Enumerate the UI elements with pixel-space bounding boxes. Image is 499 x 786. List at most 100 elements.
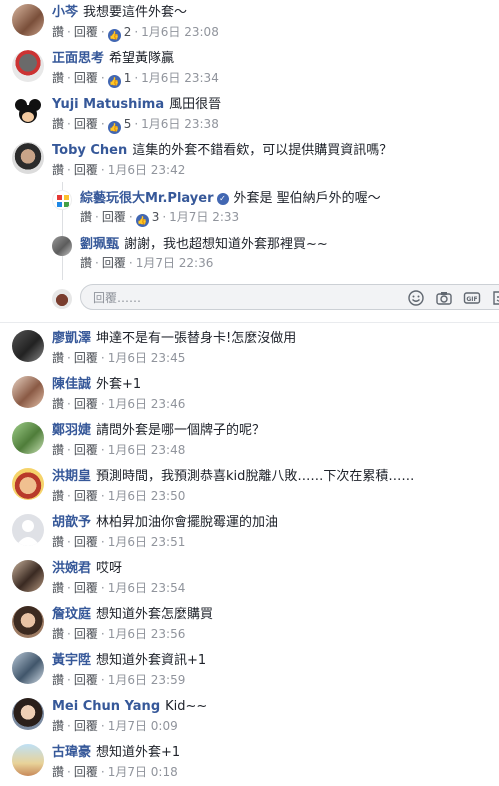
avatar[interactable] — [12, 376, 44, 408]
comment-author[interactable]: 詹玟庭 — [52, 607, 91, 622]
like-count[interactable]: 5 — [124, 117, 132, 131]
comment-author[interactable]: Toby Chen — [52, 143, 127, 158]
comment-author[interactable]: 正面思考 — [52, 51, 104, 66]
avatar[interactable] — [12, 468, 44, 500]
timestamp[interactable]: 1月6日 23:42 — [108, 163, 186, 177]
timestamp[interactable]: 1月6日 23:59 — [108, 673, 186, 687]
like-link[interactable]: 讚 — [52, 765, 64, 779]
timestamp[interactable]: 1月6日 23:54 — [108, 581, 186, 595]
comment-author[interactable]: 綜藝玩很大Mr.Player — [80, 191, 214, 206]
reply-link[interactable]: 回覆 — [74, 535, 98, 549]
timestamp[interactable]: 1月6日 23:34 — [141, 71, 219, 85]
reply-link[interactable]: 回覆 — [74, 25, 98, 39]
comment-author[interactable]: 鄭羽婕 — [52, 423, 91, 438]
avatar[interactable] — [12, 96, 44, 128]
comment-author[interactable]: Mei Chun Yang — [52, 699, 160, 714]
timestamp[interactable]: 1月7日 0:18 — [108, 765, 178, 779]
avatar[interactable] — [12, 4, 44, 36]
avatar[interactable] — [12, 142, 44, 174]
page-logo-icon — [57, 195, 69, 207]
avatar[interactable] — [12, 50, 44, 82]
like-link[interactable]: 讚 — [52, 489, 64, 503]
comment-author[interactable]: Yuji Matushima — [52, 97, 164, 112]
like-count[interactable]: 1 — [124, 71, 132, 85]
comment-text: 坤達不是有一張替身卡!怎麼沒做用 — [96, 331, 297, 346]
timestamp[interactable]: 1月6日 23:56 — [108, 627, 186, 641]
avatar[interactable] — [12, 422, 44, 454]
reply-link[interactable]: 回覆 — [74, 627, 98, 641]
thumbs-up-icon[interactable]: 👍 — [107, 75, 121, 88]
comment-author[interactable]: 洪期皇 — [52, 469, 91, 484]
like-link[interactable]: 讚 — [52, 163, 64, 177]
thumbs-up-icon[interactable]: 👍 — [107, 121, 121, 134]
comment-author[interactable]: 陳佳誠 — [52, 377, 91, 392]
reply-link[interactable]: 回覆 — [74, 673, 98, 687]
like-link[interactable]: 讚 — [52, 719, 64, 733]
reply-link[interactable]: 回覆 — [74, 117, 98, 131]
sticker-icon[interactable] — [491, 289, 499, 307]
reply-link[interactable]: 回覆 — [74, 397, 98, 411]
avatar[interactable] — [12, 698, 44, 730]
avatar[interactable] — [52, 236, 72, 256]
reply-link[interactable]: 回覆 — [74, 489, 98, 503]
comment-text: 外套是 聖伯納戶外的喔～ — [233, 191, 381, 206]
timestamp[interactable]: 1月6日 23:48 — [108, 443, 186, 457]
reply-link[interactable]: 回覆 — [102, 256, 126, 270]
avatar[interactable] — [12, 606, 44, 638]
thumbs-up-icon[interactable]: 👍 — [135, 214, 149, 227]
avatar[interactable] — [12, 652, 44, 684]
like-link[interactable]: 讚 — [52, 581, 64, 595]
camera-icon[interactable] — [435, 289, 453, 307]
thumbs-up-icon[interactable]: 👍 — [107, 29, 121, 42]
like-link[interactable]: 讚 — [52, 627, 64, 641]
reply-input-box[interactable]: GIF — [80, 284, 499, 310]
timestamp[interactable]: 1月6日 23:50 — [108, 489, 186, 503]
timestamp[interactable]: 1月6日 23:45 — [108, 351, 186, 365]
timestamp[interactable]: 1月7日 0:09 — [108, 719, 178, 733]
comment-author[interactable]: 黃宇陞 — [52, 653, 91, 668]
like-link[interactable]: 讚 — [52, 673, 64, 687]
like-link[interactable]: 讚 — [52, 443, 64, 457]
like-link[interactable]: 讚 — [52, 71, 64, 85]
comment-author[interactable]: 小芩 — [52, 5, 78, 20]
avatar[interactable] — [12, 744, 44, 776]
reply-link[interactable]: 回覆 — [74, 351, 98, 365]
like-link[interactable]: 讚 — [52, 351, 64, 365]
comment-author[interactable]: 胡歆予 — [52, 515, 91, 530]
timestamp[interactable]: 1月6日 23:51 — [108, 535, 186, 549]
timestamp[interactable]: 1月6日 23:46 — [108, 397, 186, 411]
avatar[interactable] — [12, 330, 44, 362]
gif-icon[interactable]: GIF — [463, 289, 481, 307]
reply-link[interactable]: 回覆 — [74, 581, 98, 595]
timestamp[interactable]: 1月7日 22:36 — [136, 256, 214, 270]
like-link[interactable]: 讚 — [52, 25, 64, 39]
reply-link[interactable]: 回覆 — [74, 765, 98, 779]
timestamp[interactable]: 1月6日 23:38 — [141, 117, 219, 131]
comment-text: 想知道外套怎麼購買 — [96, 607, 214, 622]
like-link[interactable]: 讚 — [52, 535, 64, 549]
reply-link[interactable]: 回覆 — [74, 71, 98, 85]
comment-author[interactable]: 劉珮甄 — [80, 237, 119, 252]
reply-link[interactable]: 回覆 — [74, 163, 98, 177]
comment-author[interactable]: 古瑋豪 — [52, 745, 91, 760]
like-count[interactable]: 3 — [152, 210, 160, 224]
timestamp[interactable]: 1月6日 23:08 — [141, 25, 219, 39]
comment-author[interactable]: 廖凱澤 — [52, 331, 91, 346]
like-link[interactable]: 讚 — [52, 117, 64, 131]
comment-author[interactable]: 洪婉君 — [52, 561, 91, 576]
avatar[interactable] — [52, 190, 72, 210]
like-link[interactable]: 讚 — [80, 256, 92, 270]
reply-link[interactable]: 回覆 — [102, 210, 126, 224]
reply-input[interactable] — [91, 289, 345, 307]
like-link[interactable]: 讚 — [80, 210, 92, 224]
comment-text: 林柏昇加油你會擺脫霉運的加油 — [96, 515, 279, 530]
emoji-icon[interactable] — [407, 289, 425, 307]
divider — [0, 322, 499, 323]
like-count[interactable]: 2 — [124, 25, 132, 39]
avatar[interactable] — [12, 514, 44, 546]
like-link[interactable]: 讚 — [52, 397, 64, 411]
reply-link[interactable]: 回覆 — [74, 443, 98, 457]
reply-link[interactable]: 回覆 — [74, 719, 98, 733]
timestamp[interactable]: 1月7日 2:33 — [169, 210, 239, 224]
avatar[interactable] — [12, 560, 44, 592]
